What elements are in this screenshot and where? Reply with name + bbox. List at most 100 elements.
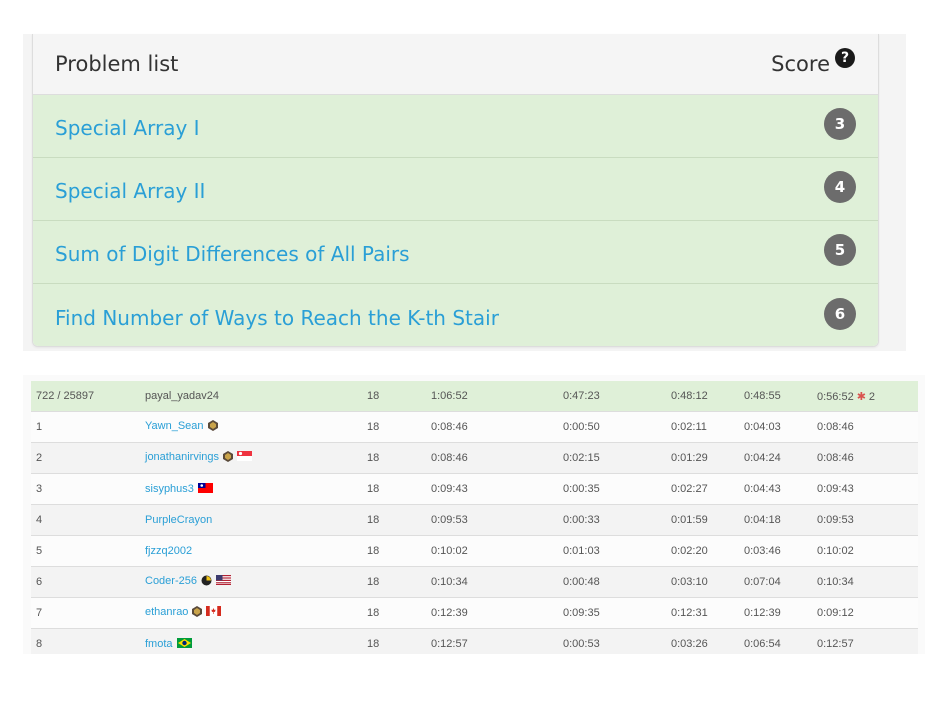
- taiwan-flag-icon: [197, 483, 213, 493]
- problem-link-special-array-i[interactable]: Special Array I: [55, 116, 200, 140]
- finish-time-cell: 0:12:39: [426, 597, 558, 629]
- q4-time: 0:08:46: [817, 452, 854, 464]
- q4-time: 0:56:52: [817, 390, 854, 403]
- rank-cell: 4: [31, 504, 140, 536]
- user-cell: Coder-256: [140, 566, 362, 598]
- bug-icon: ✱: [856, 390, 866, 403]
- rank-cell: 722 / 25897: [31, 381, 140, 412]
- ranking-row: 1 Yawn_Sean 18 0:08:46 0:00:50 0:02:11 0:04:03…: [31, 411, 918, 443]
- finish-time-cell: 0:10:34: [426, 566, 558, 598]
- problem-list-title: Problem list: [55, 52, 179, 76]
- q3-time-cell: 0:06:54: [739, 628, 812, 654]
- score-cell: 18: [362, 504, 426, 536]
- q4-time: 0:10:02: [817, 545, 854, 557]
- singapore-flag-icon: [237, 451, 252, 461]
- ranking-row: 6 Coder-256 18 0:10:34 0:00:48 0:03:10 0:07:04…: [31, 566, 918, 598]
- username-link[interactable]: ethanrao: [145, 606, 188, 618]
- problem-row: Sum of Digit Differences of All Pairs 5: [33, 221, 878, 284]
- q3-time-cell: 0:48:55: [739, 381, 812, 412]
- username-link[interactable]: fjzzq2002: [145, 545, 192, 557]
- q3-time-cell: 0:07:04: [739, 566, 812, 598]
- guardian-badge-icon: [223, 451, 233, 465]
- problem-row: Special Array II 4: [33, 158, 878, 221]
- ranking-table-container: 722 / 25897 payal_yadav24 18 1:06:52 0:47:23…: [23, 375, 925, 654]
- user-cell: jonathanirvings: [140, 442, 362, 474]
- finish-time-cell: 0:12:57: [426, 628, 558, 654]
- ranking-row-self: 722 / 25897 payal_yadav24 18 1:06:52 0:47:23…: [31, 381, 918, 412]
- guardian-badge-icon: [207, 420, 218, 434]
- q2-time-cell: 0:01:29: [666, 442, 739, 474]
- q4-time: 0:10:34: [817, 576, 854, 588]
- user-cell: ethanrao: [140, 597, 362, 629]
- q2-time-cell: 0:03:10: [666, 566, 739, 598]
- username-link[interactable]: Coder-256: [145, 575, 197, 587]
- score-cell: 18: [362, 381, 426, 412]
- finish-time-cell: 0:09:53: [426, 504, 558, 536]
- question-circle-icon[interactable]: ?: [835, 48, 855, 68]
- q3-time-cell: 0:04:43: [739, 473, 812, 505]
- canada-flag-icon: [206, 606, 222, 616]
- username-link[interactable]: jonathanirvings: [145, 451, 219, 463]
- ranking-row: 5 fjzzq2002 18 0:10:02 0:01:03 0:02:20 0:03:46…: [31, 535, 918, 567]
- q1-time-cell: 0:00:53: [558, 628, 666, 654]
- q2-time-cell: 0:01:59: [666, 504, 739, 536]
- username-link: payal_yadav24: [145, 390, 220, 402]
- q2-time-cell: 0:12:31: [666, 597, 739, 629]
- q1-time-cell: 0:47:23: [558, 381, 666, 412]
- q1-time-cell: 0:00:50: [558, 411, 666, 443]
- q3-time-cell: 0:04:03: [739, 411, 812, 443]
- rank-cell: 2: [31, 442, 140, 474]
- q1-time-cell: 0:00:48: [558, 566, 666, 598]
- rank-cell: 1: [31, 411, 140, 443]
- q4-time-cell: 0:09:53: [812, 504, 918, 536]
- finish-time-cell: 0:08:46: [426, 442, 558, 474]
- q3-time-cell: 0:03:46: [739, 535, 812, 567]
- q2-time-cell: 0:02:27: [666, 473, 739, 505]
- score-cell: 18: [362, 411, 426, 443]
- knight-badge-icon: [201, 575, 212, 589]
- problem-row: Special Array I 3: [33, 95, 878, 158]
- q1-time-cell: 0:09:35: [558, 597, 666, 629]
- q1-time-cell: 0:01:03: [558, 535, 666, 567]
- ranking-table: 722 / 25897 payal_yadav24 18 1:06:52 0:47:23…: [31, 381, 918, 654]
- username-link[interactable]: PurpleCrayon: [145, 514, 212, 526]
- q3-time-cell: 0:12:39: [739, 597, 812, 629]
- score-cell: 18: [362, 442, 426, 474]
- rank-cell: 8: [31, 628, 140, 654]
- user-cell: fjzzq2002: [140, 535, 362, 567]
- username-link[interactable]: Yawn_Sean: [145, 420, 204, 432]
- q4-time: 0:12:57: [817, 638, 854, 650]
- q2-time-cell: 0:03:26: [666, 628, 739, 654]
- problem-link-find-number-of-ways[interactable]: Find Number of Ways to Reach the K-th St…: [55, 306, 499, 330]
- q4-time-cell: 0:10:34: [812, 566, 918, 598]
- q4-time: 0:09:12: [817, 607, 854, 619]
- rank-cell: 7: [31, 597, 140, 629]
- rank-cell: 5: [31, 535, 140, 567]
- rank-cell: 3: [31, 473, 140, 505]
- problem-list-panel: Problem list Score ? Special Array I 3 S…: [32, 34, 879, 347]
- problem-score-badge: 4: [824, 171, 856, 203]
- username-link[interactable]: fmota: [145, 638, 173, 650]
- problem-link-sum-of-digit-differences[interactable]: Sum of Digit Differences of All Pairs: [55, 242, 410, 266]
- score-cell: 18: [362, 566, 426, 598]
- user-cell: sisyphus3: [140, 473, 362, 505]
- q4-time-cell: 0:08:46: [812, 411, 918, 443]
- q1-time-cell: 0:00:35: [558, 473, 666, 505]
- q4-time: 0:09:53: [817, 514, 854, 526]
- problem-list-header: Problem list Score ?: [33, 34, 878, 95]
- finish-time-cell: 0:08:46: [426, 411, 558, 443]
- q3-time-cell: 0:04:24: [739, 442, 812, 474]
- username-link[interactable]: sisyphus3: [145, 483, 194, 495]
- problem-link-special-array-ii[interactable]: Special Array II: [55, 179, 205, 203]
- score-label: Score: [771, 52, 830, 76]
- q4-time-cell: 0:10:02: [812, 535, 918, 567]
- problem-score-badge: 3: [824, 108, 856, 140]
- score-cell: 18: [362, 597, 426, 629]
- finish-time-cell: 0:09:43: [426, 473, 558, 505]
- q4-time-cell: 0:09:12: [812, 597, 918, 629]
- q2-time-cell: 0:48:12: [666, 381, 739, 412]
- rank-cell: 6: [31, 566, 140, 598]
- q4-time-cell: 0:12:57: [812, 628, 918, 654]
- q2-time-cell: 0:02:20: [666, 535, 739, 567]
- problem-score-badge: 5: [824, 234, 856, 266]
